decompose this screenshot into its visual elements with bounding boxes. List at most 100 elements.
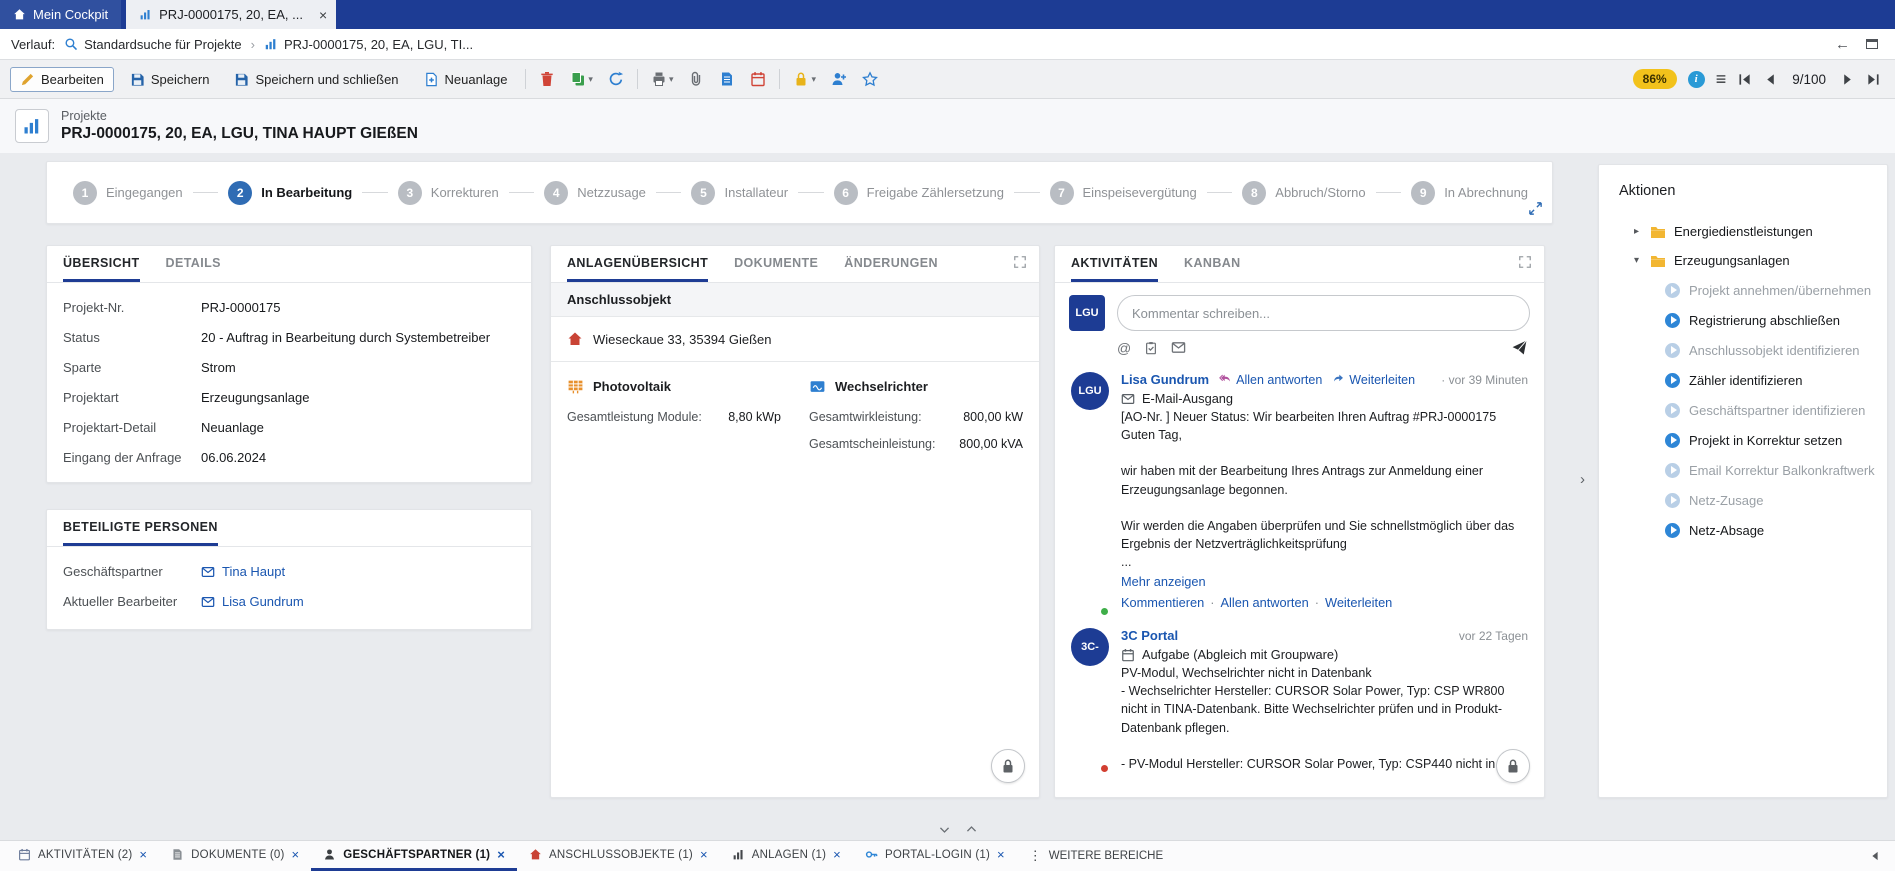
step-freigabe-zaehlersetzung[interactable]: 6Freigabe Zählersetzung <box>834 181 1004 205</box>
connection-object-row[interactable]: Wieseckaue 33, 35394 Gießen <box>551 317 1039 362</box>
close-tab-icon[interactable]: × <box>497 847 505 862</box>
save-close-button[interactable]: Speichern und schließen <box>225 68 407 91</box>
window-tab-project[interactable]: PRJ-0000175, 20, EA, ... × <box>126 0 336 29</box>
action-netz-absage[interactable]: Netz-Absage <box>1599 515 1887 545</box>
edit-button[interactable]: Bearbeiten <box>10 67 114 92</box>
tab-aenderungen[interactable]: ÄNDERUNGEN <box>844 256 938 282</box>
tab-anlagenuebersicht[interactable]: ANLAGENÜBERSICHT <box>567 256 708 282</box>
action-zaehler-identifizieren[interactable]: Zähler identifizieren <box>1599 365 1887 395</box>
author-link[interactable]: Lisa Gundrum <box>1121 372 1209 387</box>
overview-card: ÜBERSICHT DETAILS Projekt-Nr.PRJ-0000175… <box>46 245 532 483</box>
tree-folder-energiedienstleistungen[interactable]: ▸ Energiedienstleistungen <box>1599 217 1887 246</box>
bottom-tab-anlagen[interactable]: ANLAGEN (1) × <box>720 841 853 871</box>
author-link[interactable]: 3C Portal <box>1121 628 1178 643</box>
last-record-icon[interactable] <box>1866 72 1881 87</box>
refresh-button[interactable] <box>604 68 628 90</box>
forward-link[interactable]: Weiterleiten <box>1332 373 1415 387</box>
tab-details[interactable]: DETAILS <box>166 256 221 282</box>
show-more-link[interactable]: Mehr anzeigen <box>1121 574 1206 589</box>
bottom-tab-dokumente[interactable]: DOKUMENTE (0) × <box>159 841 311 871</box>
mail-icon[interactable] <box>1171 340 1186 355</box>
print-button[interactable]: ▾ <box>647 68 678 90</box>
toolbar-separator <box>779 69 780 89</box>
field-row: Status20 - Auftrag in Bearbeitung durch … <box>47 324 531 354</box>
previous-record-icon[interactable] <box>1763 72 1778 87</box>
expand-stepper-icon[interactable] <box>1528 201 1543 216</box>
mention-icon[interactable]: @ <box>1117 340 1131 356</box>
reply-all-link[interactable]: Allen antworten <box>1219 373 1322 387</box>
lock-fab-button[interactable] <box>1496 749 1530 783</box>
panel-collapse-icon[interactable]: › <box>1580 471 1585 488</box>
expand-card-icon[interactable] <box>1013 255 1027 269</box>
step-abbruch-storno[interactable]: 8Abbruch/Storno <box>1242 181 1365 205</box>
chevron-down-icon[interactable] <box>938 823 951 836</box>
close-tab-icon[interactable]: × <box>292 847 300 862</box>
tab-scroll-left[interactable] <box>1861 841 1889 871</box>
action-netz-zusage[interactable]: Netz-Zusage <box>1599 485 1887 515</box>
send-button[interactable] <box>1511 339 1528 356</box>
current-editor-link[interactable]: Lisa Gundrum <box>201 594 304 609</box>
step-in-bearbeitung[interactable]: 2In Bearbeitung <box>228 181 352 205</box>
step-korrekturen[interactable]: 3Korrekturen <box>398 181 499 205</box>
tab-beteiligte-personen[interactable]: BETEILIGTE PERSONEN <box>63 520 218 546</box>
calendar-button[interactable] <box>746 68 770 90</box>
close-tab-icon[interactable]: × <box>833 847 841 862</box>
action-projekt-in-korrektur-setzen[interactable]: Projekt in Korrektur setzen <box>1599 425 1887 455</box>
bottom-tab-geschaeftspartner[interactable]: GESCHÄFTSPARTNER (1) × <box>311 841 517 871</box>
comment-input[interactable] <box>1117 295 1530 331</box>
comment-link[interactable]: Kommentieren <box>1121 595 1204 610</box>
tab-uebersicht[interactable]: ÜBERSICHT <box>63 256 140 282</box>
close-tab-icon[interactable]: × <box>997 847 1005 862</box>
chevron-up-icon[interactable] <box>965 823 978 836</box>
bottom-tab-anschlussobjekte[interactable]: ANSCHLUSSOBJEKTE (1) × <box>517 841 720 871</box>
step-einspeiseverguetung[interactable]: 7Einspeisevergütung <box>1050 181 1197 205</box>
bottom-tab-aktivitaeten[interactable]: AKTIVITÄTEN (2) × <box>6 841 159 871</box>
tab-kanban[interactable]: KANBAN <box>1184 256 1241 282</box>
breadcrumb-item-project[interactable]: PRJ-0000175, 20, EA, LGU, TI... <box>264 37 473 52</box>
save-button[interactable]: Speichern <box>121 68 219 91</box>
step-installateur[interactable]: 5Installateur <box>691 181 788 205</box>
step-eingegangen[interactable]: 1Eingegangen <box>73 181 183 205</box>
task-icon[interactable] <box>1144 341 1158 355</box>
lock-button[interactable]: ▾ <box>789 68 820 90</box>
tab-aktivitaeten[interactable]: AKTIVITÄTEN <box>1071 256 1158 282</box>
next-record-icon[interactable] <box>1840 72 1855 87</box>
action-email-korrektur-balkonkraftwerk[interactable]: Email Korrektur Balkonkraftwerk <box>1599 455 1887 485</box>
close-tab-icon[interactable]: × <box>139 847 147 862</box>
action-registrierung-abschliessen[interactable]: Registrierung abschließen <box>1599 305 1887 335</box>
step-in-abrechnung[interactable]: 9In Abrechnung <box>1411 181 1528 205</box>
tree-folder-erzeugungsanlagen[interactable]: ▾ Erzeugungsanlagen <box>1599 246 1887 275</box>
caret-down-icon[interactable]: ▾ <box>1631 255 1642 266</box>
minimize-icon[interactable] <box>1866 39 1878 49</box>
tab-dokumente[interactable]: DOKUMENTE <box>734 256 818 282</box>
close-tab-icon[interactable]: × <box>319 8 327 22</box>
new-record-button[interactable]: Neuanlage <box>415 68 517 91</box>
first-record-icon[interactable] <box>1737 72 1752 87</box>
window-tab-cockpit[interactable]: Mein Cockpit <box>0 0 121 29</box>
bottom-tab-portal-login[interactable]: PORTAL-LOGIN (1) × <box>853 841 1017 871</box>
document-button[interactable] <box>715 68 739 90</box>
back-arrow-icon[interactable]: ← <box>1835 36 1850 53</box>
expand-card-icon[interactable] <box>1518 255 1532 269</box>
caret-right-icon[interactable]: ▸ <box>1631 226 1642 237</box>
breadcrumb-item-search[interactable]: Standardsuche für Projekte <box>64 37 242 52</box>
business-partner-link[interactable]: Tina Haupt <box>201 564 285 579</box>
action-anschlussobjekt-identifizieren[interactable]: Anschlussobjekt identifizieren <box>1599 335 1887 365</box>
play-icon <box>1665 433 1680 448</box>
step-netzzusage[interactable]: 4Netzzusage <box>544 181 646 205</box>
more-vert-icon: ⋮ <box>1029 848 1042 864</box>
action-geschaeftspartner-identifizieren[interactable]: Geschäftspartner identifizieren <box>1599 395 1887 425</box>
action-projekt-annehmen[interactable]: Projekt annehmen/übernehmen <box>1599 275 1887 305</box>
menu-icon[interactable]: ≡ <box>1716 70 1727 88</box>
favorite-button[interactable] <box>858 68 882 90</box>
more-areas-button[interactable]: ⋮ WEITERE BEREICHE <box>1017 841 1175 871</box>
attachment-button[interactable] <box>684 68 708 90</box>
assign-button[interactable] <box>827 68 851 90</box>
lock-fab-button[interactable] <box>991 749 1025 783</box>
forward-link[interactable]: Weiterleiten <box>1325 595 1392 610</box>
reply-all-link[interactable]: Allen antworten <box>1220 595 1308 610</box>
copy-button[interactable]: ▾ <box>566 68 597 90</box>
close-tab-icon[interactable]: × <box>700 847 708 862</box>
delete-button[interactable] <box>535 68 559 90</box>
info-icon[interactable]: i <box>1688 71 1705 88</box>
